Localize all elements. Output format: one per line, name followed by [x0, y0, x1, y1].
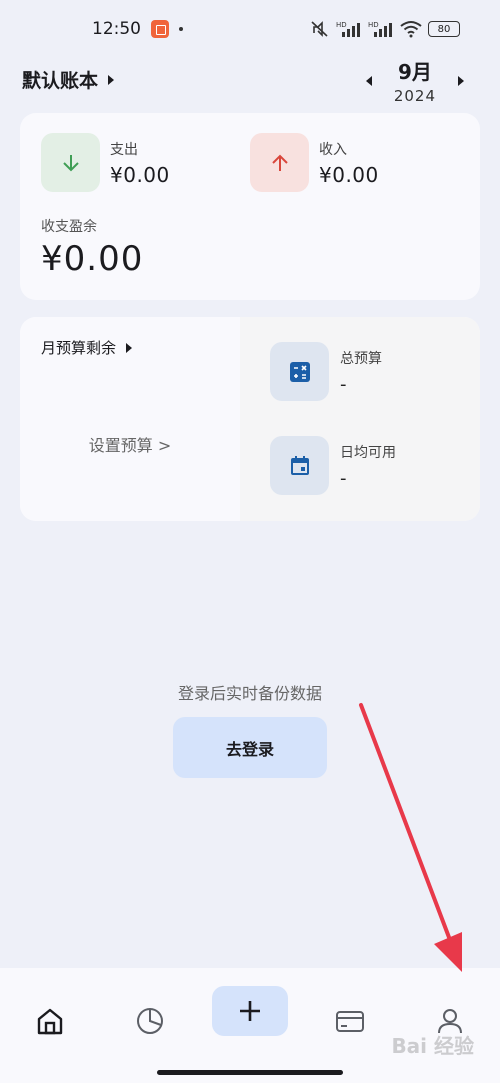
card-icon — [336, 1011, 364, 1032]
chart-icon — [137, 1008, 163, 1034]
budget-card: 月预算剩余 设置预算 > 总预算 - 日均可用 - — [20, 317, 480, 521]
header: 默认账本 9月 2024 — [0, 56, 500, 106]
total-budget-row: 总预算 - — [270, 342, 382, 401]
home-icon — [37, 1008, 63, 1035]
daily-available-label: 日均可用 — [340, 445, 396, 461]
income-summary[interactable]: 收入 ¥0.00 — [250, 133, 379, 192]
wifi-icon — [400, 21, 422, 38]
income-label: 收入 — [319, 142, 347, 158]
month-picker[interactable]: 9月 2024 — [394, 56, 436, 105]
daily-available-row: 日均可用 - — [270, 436, 396, 495]
total-budget-label: 总预算 — [340, 351, 382, 367]
home-indicator[interactable] — [157, 1070, 343, 1075]
budget-remaining-title[interactable]: 月预算剩余 — [41, 337, 133, 358]
svg-text:HD: HD — [336, 21, 347, 29]
app-notification-icon — [151, 20, 169, 38]
notification-dot-icon — [179, 27, 183, 31]
signal-icon-2: HD — [368, 21, 392, 37]
status-bar: 12:50 HD HD 80 — [0, 0, 500, 58]
add-icon — [240, 1001, 260, 1021]
expense-label: 支出 — [110, 142, 138, 158]
caret-right-icon — [108, 74, 115, 85]
set-budget-link[interactable]: 设置预算 > — [20, 432, 240, 456]
income-icon-box — [250, 133, 309, 192]
login-hint: 登录后实时备份数据 — [177, 684, 322, 703]
expense-icon-box — [41, 133, 100, 192]
nav-statistics[interactable] — [125, 996, 175, 1046]
watermark: Bai 经验 — [391, 1034, 474, 1058]
expense-value: ¥0.00 — [110, 163, 170, 187]
nav-accounts[interactable] — [325, 996, 375, 1046]
daily-available-value: - — [340, 468, 347, 489]
income-value: ¥0.00 — [319, 163, 379, 187]
add-record-button[interactable] — [212, 986, 288, 1036]
signal-icon-1: HD — [336, 21, 360, 37]
month-label: 9月 — [397, 60, 432, 84]
next-month-icon[interactable] — [458, 75, 464, 86]
balance-label: 收支盈余 — [41, 219, 97, 235]
login-button[interactable]: 去登录 — [173, 717, 327, 778]
calendar-icon — [290, 455, 309, 475]
caret-right-icon — [126, 342, 133, 353]
budget-remaining-panel: 月预算剩余 设置预算 > — [20, 317, 240, 521]
account-book-title: 默认账本 — [22, 70, 99, 92]
summary-card: 支出 ¥0.00 收入 ¥0.00 收支盈余 ¥0.00 — [20, 113, 480, 300]
svg-text:HD: HD — [368, 21, 379, 29]
mute-vibrate-icon — [311, 21, 328, 37]
status-icons: HD HD 80 — [310, 20, 460, 38]
year-label: 2024 — [393, 87, 436, 105]
battery-icon: 80 — [428, 21, 460, 37]
prev-month-icon[interactable] — [365, 75, 372, 86]
budget-stats-panel: 总预算 - 日均可用 - — [240, 317, 480, 521]
bottom-nav — [0, 968, 500, 1083]
total-budget-value: - — [340, 374, 347, 395]
calculator-icon-box — [270, 342, 329, 401]
arrow-up-icon — [271, 154, 288, 171]
calculator-icon — [289, 361, 310, 382]
balance-value: ¥0.00 — [41, 239, 144, 279]
calendar-icon-box — [270, 436, 329, 495]
account-book-selector[interactable]: 默认账本 — [22, 66, 115, 93]
nav-home[interactable] — [25, 996, 75, 1046]
arrow-down-icon — [62, 154, 79, 171]
month-navigator: 9月 2024 — [365, 56, 464, 105]
expense-summary[interactable]: 支出 ¥0.00 — [41, 133, 170, 192]
budget-title-label: 月预算剩余 — [41, 339, 117, 357]
status-time: 12:50 — [92, 19, 141, 39]
